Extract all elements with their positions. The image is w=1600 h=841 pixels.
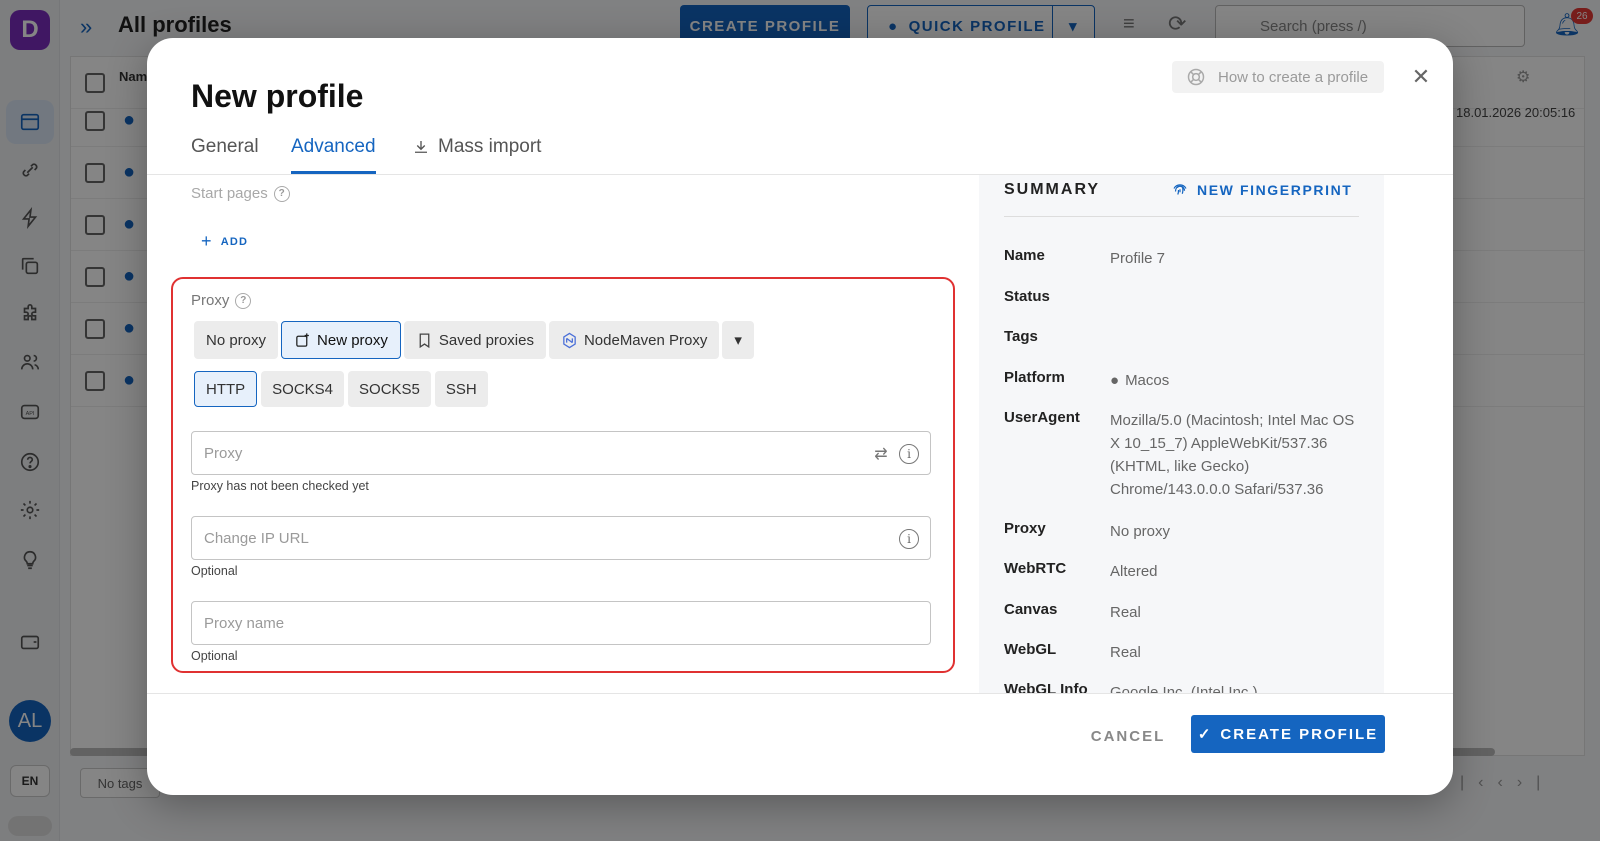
apple-icon: ● bbox=[1110, 372, 1120, 389]
summary-key: WebGL bbox=[1004, 641, 1057, 658]
tab-mass-import[interactable]: Mass import bbox=[412, 136, 541, 158]
summary-value: Altered bbox=[1110, 563, 1158, 580]
summary-value: Mozilla/5.0 (Macintosh; Intel Mac OS X 1… bbox=[1110, 412, 1355, 498]
no-proxy-label: No proxy bbox=[206, 331, 267, 349]
dialog-title: New profile bbox=[191, 78, 364, 114]
proxy-name-input[interactable] bbox=[192, 602, 930, 644]
start-pages-text: Start pages bbox=[191, 185, 268, 202]
summary-value: Real bbox=[1110, 604, 1141, 621]
footer-divider bbox=[147, 693, 1453, 694]
proxy-label-text: Proxy bbox=[191, 292, 230, 309]
fingerprint-icon bbox=[1173, 184, 1187, 195]
swap-icon[interactable]: ⇄ bbox=[870, 443, 892, 465]
advanced-settings-pane: Start pages ? + ADD Proxy ? No proxy New… bbox=[147, 175, 977, 693]
nodemaven-icon bbox=[563, 332, 576, 348]
chevron-down-icon: ▾ bbox=[734, 332, 742, 349]
proxy-helper-text: Proxy has not been checked yet bbox=[191, 479, 369, 493]
start-pages-label: Start pages ? bbox=[191, 185, 290, 202]
summary-key: Proxy bbox=[1004, 520, 1046, 537]
saved-proxies-button[interactable]: Saved proxies bbox=[403, 321, 546, 359]
summary-key: WebGL Info bbox=[1004, 681, 1088, 693]
summary-divider bbox=[1004, 216, 1359, 217]
summary-key: WebRTC bbox=[1004, 560, 1067, 577]
info-icon[interactable]: i bbox=[898, 443, 920, 465]
summary-key: UserAgent bbox=[1004, 409, 1080, 426]
nodemaven-proxy-button[interactable]: NodeMaven Proxy bbox=[548, 321, 720, 359]
new-proxy-label: New proxy bbox=[317, 331, 388, 349]
change-ip-helper-text: Optional bbox=[191, 564, 238, 578]
plus-icon: + bbox=[201, 231, 213, 251]
cancel-button[interactable]: CANCEL bbox=[1082, 718, 1174, 754]
change-ip-url-input[interactable] bbox=[192, 517, 930, 559]
summary-key: Canvas bbox=[1004, 601, 1058, 618]
proxy-field: ⇄ i bbox=[191, 431, 931, 475]
no-proxy-button[interactable]: No proxy bbox=[194, 321, 279, 359]
platform-value: Macos bbox=[1125, 372, 1170, 389]
proxy-input[interactable] bbox=[192, 432, 930, 474]
proxy-section: Proxy ? No proxy New proxy Saved proxies… bbox=[171, 277, 955, 673]
summary-value: Real bbox=[1110, 644, 1141, 661]
new-proxy-button[interactable]: New proxy bbox=[281, 321, 401, 359]
proxy-name-field bbox=[191, 601, 931, 645]
add-label: ADD bbox=[220, 235, 249, 248]
info-icon[interactable]: i bbox=[898, 528, 920, 550]
ssh-type-button[interactable]: SSH bbox=[434, 371, 488, 407]
summary-value: ● Macos bbox=[1110, 369, 1360, 392]
bookmark-icon bbox=[419, 332, 430, 348]
nodemaven-proxy-label: NodeMaven Proxy bbox=[583, 331, 708, 349]
new-profile-dialog: New profile How to create a profile ✕ Ge… bbox=[147, 38, 1453, 795]
summary-key: Status bbox=[1004, 288, 1050, 305]
help-icon[interactable]: ? bbox=[273, 185, 290, 202]
saved-proxies-label: Saved proxies bbox=[438, 331, 534, 349]
add-start-page-button[interactable]: + ADD bbox=[201, 231, 248, 252]
check-icon: ✓ bbox=[1197, 726, 1213, 743]
tab-general[interactable]: General bbox=[191, 136, 259, 158]
new-fingerprint-button[interactable]: NEW FINGERPRINT bbox=[1171, 181, 1352, 199]
http-type-button[interactable]: HTTP bbox=[194, 371, 258, 407]
proxy-type-selector: HTTP SOCKS4 SOCKS5 SSH bbox=[194, 371, 488, 407]
summary-value: Google Inc. (Intel Inc.) bbox=[1110, 684, 1258, 693]
socks4-type-button[interactable]: SOCKS4 bbox=[261, 371, 345, 407]
new-fingerprint-label: NEW FINGERPRINT bbox=[1197, 182, 1353, 198]
proxy-label: Proxy ? bbox=[191, 292, 252, 309]
summary-value: Profile 7 bbox=[1110, 250, 1166, 267]
how-to-label: How to create a profile bbox=[1218, 68, 1369, 86]
lifebuoy-icon bbox=[1187, 68, 1205, 86]
summary-panel: SUMMARY NEW FINGERPRINT Name Profile 7 St… bbox=[979, 175, 1384, 693]
summary-key: Tags bbox=[1004, 328, 1038, 345]
summary-value: No proxy bbox=[1110, 523, 1171, 540]
how-to-create-button[interactable]: How to create a profile bbox=[1172, 61, 1384, 93]
create-profile-button[interactable]: ✓ CREATE PROFILE bbox=[1191, 715, 1385, 753]
create-profile-label: CREATE PROFILE bbox=[1220, 725, 1379, 743]
socks5-type-button[interactable]: SOCKS5 bbox=[348, 371, 431, 407]
help-icon[interactable]: ? bbox=[235, 292, 252, 309]
close-icon[interactable]: ✕ bbox=[1407, 63, 1435, 91]
proxy-name-helper-text: Optional bbox=[191, 649, 238, 663]
tab-mass-import-label: Mass import bbox=[438, 136, 542, 157]
summary-key: Platform bbox=[1004, 369, 1065, 386]
tab-advanced[interactable]: Advanced bbox=[291, 136, 376, 158]
download-icon bbox=[415, 141, 427, 153]
new-proxy-icon bbox=[296, 332, 309, 347]
proxy-mode-dropdown[interactable]: ▾ bbox=[722, 321, 754, 359]
summary-key: Name bbox=[1004, 247, 1045, 264]
change-ip-field: i bbox=[191, 516, 931, 560]
proxy-mode-selector: No proxy New proxy Saved proxies NodeMav… bbox=[194, 321, 754, 359]
summary-title: SUMMARY bbox=[1004, 181, 1101, 198]
